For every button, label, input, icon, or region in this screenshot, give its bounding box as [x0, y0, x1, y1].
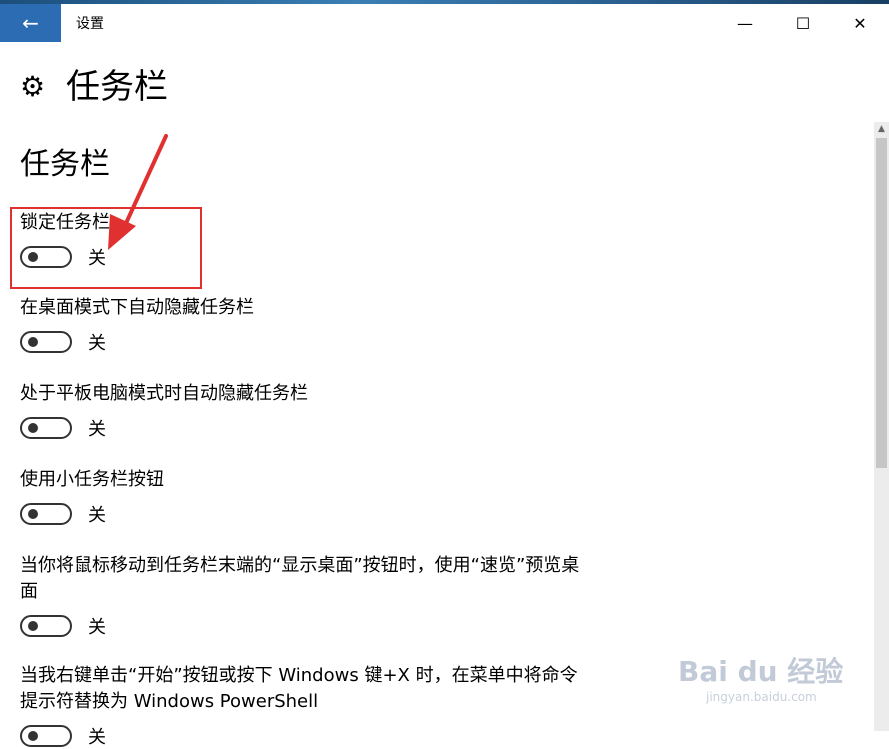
setting-label: 使用小任务栏按钮 [20, 469, 164, 490]
toggle-state: 关 [88, 333, 106, 354]
section-title: 任务栏 [20, 147, 110, 182]
page-title: 任务栏 [66, 67, 168, 107]
scroll-up-icon[interactable]: ▲ [874, 122, 889, 136]
toggle-state: 关 [88, 727, 106, 748]
peek-toggle[interactable] [20, 615, 72, 637]
title-bar: ← 设置 — ☐ ✕ [0, 4, 889, 42]
window-title: 设置 [76, 16, 104, 32]
minimize-button[interactable]: — [716, 4, 774, 42]
scrollbar-thumb[interactable] [876, 138, 887, 468]
setting-label: 在桌面模式下自动隐藏任务栏 [20, 297, 254, 318]
toggle-state: 关 [88, 419, 106, 440]
small-buttons-toggle[interactable] [20, 503, 72, 525]
watermark-text: Bai du 经验 [678, 655, 844, 688]
powershell-toggle[interactable] [20, 725, 72, 747]
close-button[interactable]: ✕ [831, 4, 889, 42]
setting-autohide-desktop: 在桌面模式下自动隐藏任务栏 关 [20, 295, 580, 355]
setting-label: 当你将鼠标移动到任务栏末端的“显示桌面”按钮时，使用“速览”预览桌面 [20, 555, 580, 602]
page-header: ⚙ 任务栏 [20, 70, 168, 104]
baidu-watermark: Bai du 经验 jingyan.baidu.com [668, 630, 853, 710]
arrow-left-icon: ← [22, 11, 39, 35]
watermark-url: jingyan.baidu.com [706, 690, 817, 704]
gear-icon: ⚙ [20, 70, 46, 103]
setting-small-buttons: 使用小任务栏按钮 关 [20, 467, 580, 527]
toggle-state: 关 [88, 505, 106, 526]
autohide-tablet-toggle[interactable] [20, 417, 72, 439]
setting-peek: 当你将鼠标移动到任务栏末端的“显示桌面”按钮时，使用“速览”预览桌面 关 [20, 553, 580, 639]
setting-label: 处于平板电脑模式时自动隐藏任务栏 [20, 383, 308, 404]
setting-powershell: 当我右键单击“开始”按钮或按下 Windows 键+X 时，在菜单中将命令提示符… [20, 663, 580, 749]
autohide-desktop-toggle[interactable] [20, 331, 72, 353]
setting-label: 当我右键单击“开始”按钮或按下 Windows 键+X 时，在菜单中将命令提示符… [20, 665, 578, 712]
toggle-state: 关 [88, 617, 106, 638]
back-button[interactable]: ← [0, 4, 61, 42]
vertical-scrollbar[interactable]: ▲ [874, 122, 889, 731]
maximize-button[interactable]: ☐ [774, 4, 832, 42]
annotation-highlight-box [10, 207, 202, 289]
setting-autohide-tablet: 处于平板电脑模式时自动隐藏任务栏 关 [20, 381, 580, 441]
